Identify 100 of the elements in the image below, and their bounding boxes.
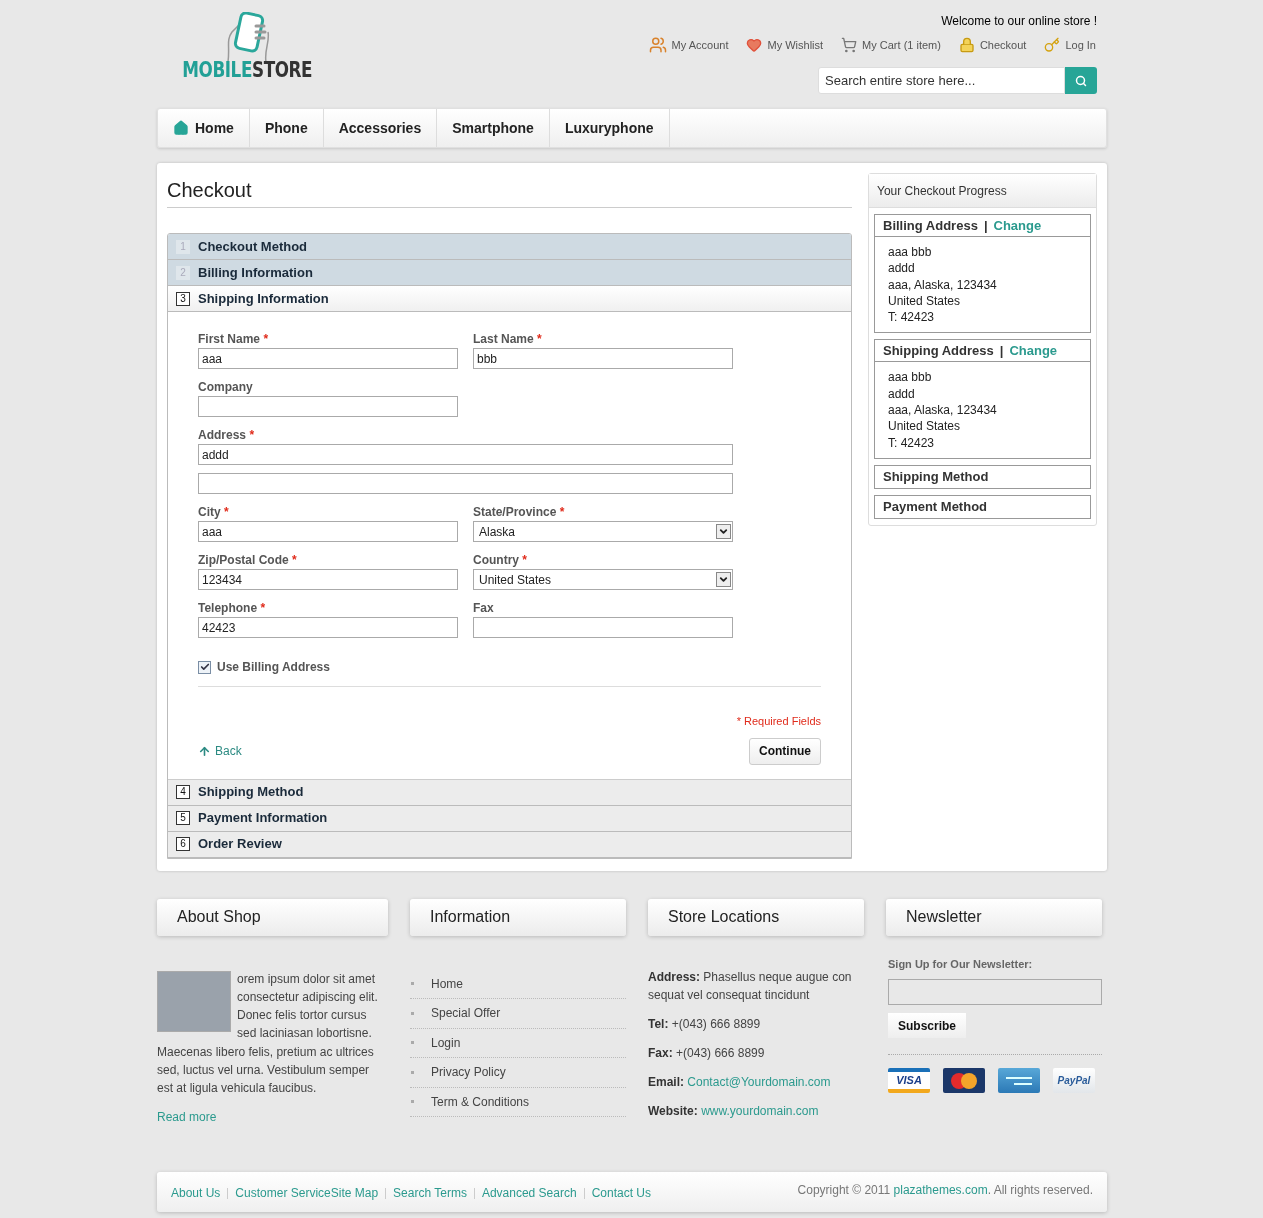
about-text: orem ipsum dolor sit amet consectetur adipiscing elit. Donec felis tortor cursus sed laciniasan lobortisne.	[237, 970, 379, 1043]
footer-link[interactable]: Login	[431, 1033, 461, 1052]
header-link[interactable]: My Wishlist	[746, 36, 824, 54]
select-field[interactable]: Alaska	[473, 521, 733, 542]
checkbox-label: Use Billing Address	[217, 659, 330, 676]
lock-icon	[958, 37, 975, 53]
contact-line: Tel: +(043) 666 8899	[648, 1015, 762, 1033]
step-number: 5	[176, 811, 190, 825]
newsletter-label: Sign Up for Our Newsletter:	[888, 956, 1034, 972]
header-link[interactable]: Checkout	[958, 36, 1027, 54]
address-line: aaa, Alaska, 123434	[888, 402, 998, 419]
nav-item[interactable]: Home	[158, 109, 250, 147]
input-field[interactable]: bbb	[473, 348, 733, 369]
step-title: Shipping Method	[198, 783, 304, 802]
address-line: addd	[888, 385, 916, 403]
address-line: United States	[888, 418, 962, 435]
progress-title: Your Checkout Progress	[869, 174, 1096, 208]
arrow-up-icon	[198, 744, 211, 758]
check-icon	[199, 662, 210, 672]
step-title: Checkout Method	[198, 237, 308, 256]
search-button[interactable]	[1065, 67, 1097, 94]
select-field[interactable]: United States	[473, 569, 733, 590]
field-label: Address *	[198, 427, 256, 444]
chevron-icon	[718, 526, 729, 537]
footer-heading: Newsletter	[886, 898, 1102, 936]
step-header[interactable]: 1 Checkout Method	[168, 234, 851, 260]
nav-item[interactable]: Phone	[249, 109, 324, 147]
store-logo[interactable]: MOBILESTORE	[182, 60, 313, 81]
bullet-icon	[411, 1070, 414, 1074]
contact-line: Website: www.yourdomain.com	[648, 1102, 820, 1120]
input-field[interactable]: aaa	[198, 521, 458, 542]
copyright-text: Copyright © 2011 plazathemes.com. All rights reserved.	[797, 1182, 1093, 1200]
subscribe-button[interactable]: Subscribe	[888, 1013, 967, 1038]
users-icon	[648, 36, 667, 54]
footer-heading: Store Locations	[648, 898, 864, 936]
nav-item[interactable]: Smartphone	[437, 109, 550, 147]
card-logo: VISA	[888, 1068, 930, 1093]
footer-heading: About Shop	[157, 898, 388, 936]
card-logo-icon	[998, 1068, 1040, 1093]
step-header[interactable]: 6 Order Review	[168, 831, 851, 858]
step-number: 3	[176, 291, 190, 306]
address-line: aaa bbb	[888, 244, 933, 261]
step-number: 1	[176, 239, 190, 254]
header-link[interactable]: My Account	[648, 36, 729, 54]
input-field[interactable]	[198, 473, 733, 494]
page-title: Checkout	[167, 163, 852, 208]
section-title: Billing Address	[883, 216, 978, 235]
input-field[interactable]: 123434	[198, 569, 458, 590]
step-header[interactable]: 5 Payment Information	[168, 805, 851, 832]
step-header[interactable]: 4 Shipping Method	[168, 779, 851, 806]
address-line: addd	[888, 260, 916, 277]
card-logo: PayPal	[1053, 1068, 1095, 1093]
checkbox[interactable]	[198, 660, 211, 674]
input-field[interactable]	[198, 396, 458, 417]
field-label: Fax	[473, 600, 495, 617]
search-field[interactable]: Search entire store here...	[818, 67, 1065, 94]
field-label: Telephone *	[198, 600, 267, 617]
field-label: Company	[198, 379, 254, 396]
nav-item[interactable]: Accessories	[323, 109, 438, 147]
header-link[interactable]: My Cart (1 item)	[841, 36, 941, 54]
input-field[interactable]	[473, 617, 733, 638]
step-title: Order Review	[198, 835, 282, 854]
contact-line: Address: Phasellus neque augue con sequat vel consequat tincidunt	[648, 968, 853, 1004]
footer-link[interactable]: Special Offer	[431, 1004, 501, 1023]
back-link[interactable]: Back	[198, 742, 242, 760]
address-line: T: 42423	[888, 434, 936, 451]
bullet-icon	[411, 1011, 414, 1015]
step-header[interactable]: 2 Billing Information	[168, 260, 851, 286]
heart-icon	[746, 37, 763, 53]
input-field[interactable]: aaa	[198, 348, 458, 369]
input-field[interactable]: 42423	[198, 617, 458, 638]
step-number: 2	[176, 265, 190, 280]
step-title: Payment Information	[198, 809, 328, 828]
step-number: 6	[176, 837, 190, 851]
field-label: Last Name *	[473, 331, 543, 348]
field-label: State/Province *	[473, 504, 566, 521]
step-title: Shipping Information	[198, 289, 329, 308]
bullet-icon	[411, 1041, 414, 1045]
header-link[interactable]: Log In	[1044, 36, 1096, 54]
continue-button[interactable]: Continue	[749, 737, 821, 765]
bullet-icon	[411, 1100, 414, 1104]
footer-link[interactable]: Term & Conditions	[431, 1092, 530, 1111]
required-fields-note: * Required Fields	[736, 714, 821, 729]
search-icon	[1075, 74, 1087, 87]
footer-link[interactable]: Home	[431, 974, 463, 993]
nav-item[interactable]: Luxuryphone	[549, 109, 670, 147]
card-logo-icon	[943, 1068, 985, 1093]
input-field[interactable]: addd	[198, 444, 733, 465]
address-line: aaa bbb	[888, 369, 933, 386]
section-title: Shipping Method	[883, 468, 989, 487]
separator: |	[983, 216, 988, 235]
key-icon	[1044, 37, 1061, 53]
footer-link[interactable]: Privacy Policy	[431, 1063, 506, 1082]
address-line: aaa, Alaska, 123434	[888, 276, 998, 293]
step-title: Billing Information	[198, 263, 313, 282]
newsletter-input[interactable]	[888, 979, 1102, 1005]
field-label: Country *	[473, 552, 528, 569]
separator: |	[999, 342, 1004, 361]
about-text: Maecenas libero felis, pretium ac ultrices sed, luctus vel urna. Vestibulum semper est at ligula vehicula faucibus.	[157, 1043, 375, 1098]
field-label: Zip/Postal Code *	[198, 552, 298, 569]
